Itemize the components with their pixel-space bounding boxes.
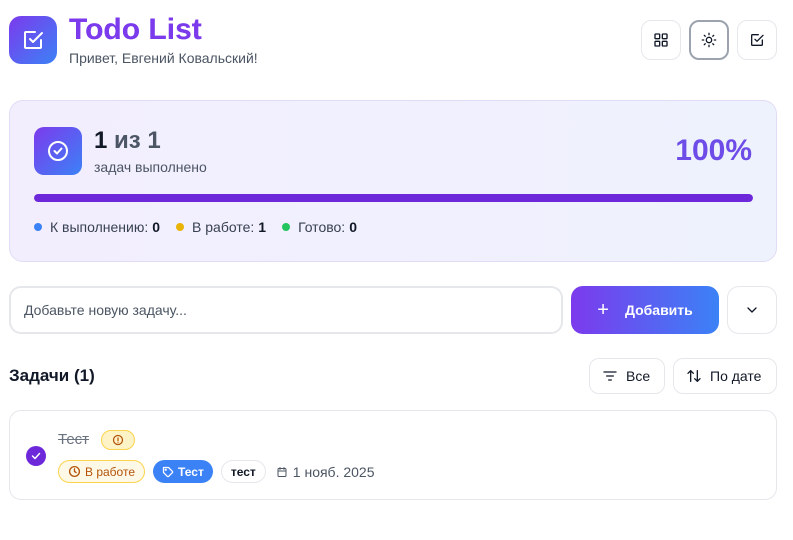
legend-label: К выполнению: xyxy=(50,219,149,235)
check-circle-icon xyxy=(48,141,68,161)
legend-value: 0 xyxy=(349,219,357,235)
calendar-icon xyxy=(277,466,287,477)
expand-options-button[interactable] xyxy=(727,286,777,334)
task-complete-checkbox[interactable] xyxy=(26,446,46,466)
add-task-label: Добавить xyxy=(624,302,693,318)
sun-icon xyxy=(701,32,717,48)
tag-label: тест xyxy=(230,464,256,479)
checkbox-icon xyxy=(751,34,764,46)
legend-label: Готово: xyxy=(298,219,346,235)
sort-label: По дате xyxy=(710,368,762,384)
legend-dot xyxy=(34,223,42,231)
sort-button[interactable]: По дате xyxy=(673,358,777,394)
task-date: 1 нояб. 2025 xyxy=(276,464,375,480)
task-item[interactable]: Тест В работе Тест тест 1 нояб. 2025 xyxy=(9,410,777,500)
filter-icon xyxy=(603,371,617,381)
status-chip[interactable]: В работе xyxy=(58,460,146,483)
sort-arrows-icon xyxy=(687,370,701,382)
progress-bar-fill xyxy=(34,194,753,202)
category-chip[interactable]: Тест xyxy=(153,460,213,483)
add-task-button[interactable]: + Добавить xyxy=(571,286,719,334)
done-count: 1 xyxy=(94,127,108,154)
check-icon xyxy=(31,452,41,460)
chevron-down-icon xyxy=(747,307,757,313)
tasks-heading: Задачи (1) xyxy=(9,366,95,385)
legend-done: Готово: 0 xyxy=(282,219,357,235)
select-mode-button[interactable] xyxy=(737,20,777,60)
progress-card: 1 из 1 задач выполнено 100% К выполнению… xyxy=(9,100,777,262)
filter-button[interactable]: Все xyxy=(589,358,665,394)
legend-dot xyxy=(176,223,185,231)
legend-todo: К выполнению: 0 xyxy=(34,219,160,235)
task-date-label: 1 нояб. 2025 xyxy=(292,463,375,480)
completed-subtitle: задач выполнено xyxy=(94,159,207,175)
progress-card-icon xyxy=(34,127,82,175)
grid-icon xyxy=(654,33,668,47)
checkbox-icon xyxy=(24,31,43,49)
task-meta: В работе Тест тест 1 нояб. 2025 xyxy=(58,460,375,483)
app-title: Todo List xyxy=(69,13,202,46)
completed-count: 1 из 1 xyxy=(94,127,161,155)
of-label: из xyxy=(114,127,141,154)
view-toggle-button[interactable] xyxy=(641,20,681,60)
legend-value: 1 xyxy=(258,219,267,235)
status-legend: К выполнению: 0 В работе: 1 Готово: 0 xyxy=(34,219,373,235)
category-label: Тест xyxy=(178,464,204,479)
new-task-input[interactable] xyxy=(9,286,563,334)
greeting-text: Привет, Евгений Ковальский! xyxy=(69,50,258,66)
app-logo xyxy=(9,16,57,64)
tag-chip[interactable]: тест xyxy=(220,460,266,483)
task-title[interactable]: Тест xyxy=(58,431,89,448)
completion-percent: 100% xyxy=(675,134,752,167)
legend-label: В работе: xyxy=(192,219,255,235)
legend-value: 0 xyxy=(152,219,161,235)
clock-icon xyxy=(68,465,81,478)
plus-icon: + xyxy=(597,299,609,321)
theme-toggle-button[interactable] xyxy=(689,20,729,60)
status-label: В работе xyxy=(85,464,136,479)
total-count: 1 xyxy=(147,127,161,154)
alert-circle-icon xyxy=(112,434,124,446)
legend-in-progress: В работе: 1 xyxy=(176,219,266,235)
progress-bar xyxy=(34,194,753,202)
priority-badge xyxy=(101,430,135,450)
legend-dot xyxy=(282,223,291,231)
filter-label: Все xyxy=(626,368,651,384)
tag-icon xyxy=(162,466,174,477)
